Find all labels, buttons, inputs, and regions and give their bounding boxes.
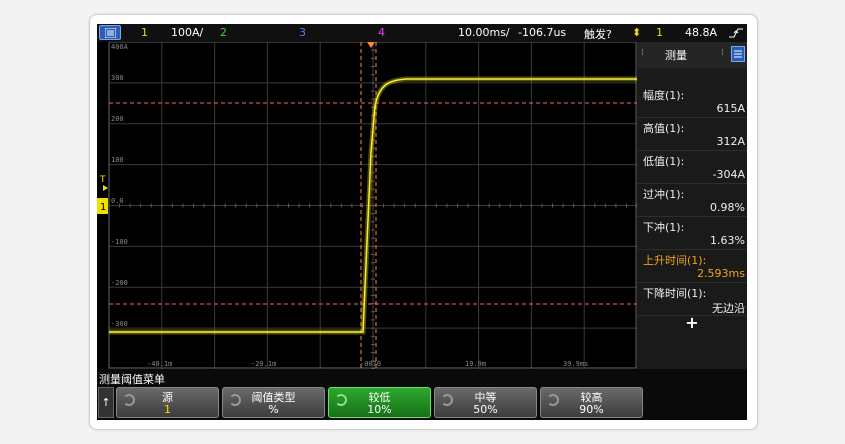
ground-marker-label: 1 (100, 202, 106, 213)
x-tick-label: -40.1m (147, 360, 172, 368)
measurement-top[interactable]: 高值(1): 312A (637, 118, 747, 151)
waveform-area[interactable]: 1 T 400A 300 200 100 0.0 -100 -200 -300 … (97, 41, 638, 373)
measurement-base[interactable]: 低值(1): -304A (637, 151, 747, 184)
softkey-threshold-type[interactable]: 阈值类型 % (222, 387, 325, 418)
trigger-status: 触发? (584, 28, 612, 41)
ch1-number[interactable]: 1 (141, 26, 148, 39)
y-tick-label: 200 (111, 115, 124, 123)
x-tick-label: 39.9ms (563, 360, 588, 368)
softkey-lower[interactable]: 较低 10% (328, 387, 431, 418)
measurement-value: 1.63% (710, 234, 745, 247)
waveform-graph[interactable]: 1 T 400A 300 200 100 0.0 -100 -200 -300 … (97, 41, 638, 370)
softkey-bar: 测量阈值菜单 ↑ 源 1 阈值类型 % 较低 10% 中等 50% 较高 90% (97, 369, 747, 420)
measurement-value: 615A (716, 102, 745, 115)
softkey-source[interactable]: 源 1 (116, 387, 219, 418)
softkey-middle[interactable]: 中等 50% (434, 387, 537, 418)
measurement-label: 高值(1): (643, 122, 685, 135)
y-tick-label: -200 (111, 279, 128, 287)
timebase[interactable]: 10.00ms/ (458, 26, 510, 39)
measurement-label: 下冲(1): (643, 221, 685, 234)
y-tick-label: 300 (111, 74, 124, 82)
measurement-rise-time[interactable]: 上升时间(1): 2.593ms (637, 250, 747, 283)
y-tick-label: -300 (111, 320, 128, 328)
ch3-number[interactable]: 3 (299, 26, 306, 39)
panel-menu-icon[interactable] (731, 46, 745, 62)
trigger-level-marker[interactable]: T (99, 175, 106, 185)
y-tick-label: 0.0 (111, 197, 124, 205)
x-tick-label: 19.9m (465, 360, 486, 368)
measurement-preshoot[interactable]: 下冲(1): 1.63% (637, 217, 747, 250)
drag-handle-icon[interactable]: ⁞ (641, 49, 644, 58)
add-measurement-button[interactable]: + (637, 309, 747, 337)
softkey-value: 90% (579, 403, 604, 416)
oscilloscope-screen: 1 100A/ 2 3 4 10.00ms/ -106.7us 触发? ⬍ 1 … (97, 24, 747, 420)
measurements-panel: ⁞ 测量 ⁞ 幅度(1): 615A 高值(1): 312A 低值(1): -3… (637, 42, 747, 369)
measurement-label: 幅度(1): (643, 89, 685, 102)
measurements-title: 测量 (665, 49, 687, 62)
measurement-label: 低值(1): (643, 155, 685, 168)
y-tick-label: -100 (111, 238, 128, 246)
x-tick-label: -20.1m (251, 360, 276, 368)
y-tick-label: 100 (111, 156, 124, 164)
softkey-value: % (268, 403, 279, 416)
measurement-value: 312A (716, 135, 745, 148)
ch1-scale[interactable]: 100A/ (171, 26, 203, 39)
softkey-upper[interactable]: 较高 90% (540, 387, 643, 418)
x-tick-label: -0070 (360, 360, 381, 368)
trigger-level-arrow (103, 185, 108, 191)
softkey-value: 10% (367, 403, 392, 416)
ch2-number[interactable]: 2 (220, 26, 227, 39)
menu-icon[interactable] (99, 25, 121, 40)
drag-handle-icon[interactable]: ⁞ (721, 49, 724, 58)
measurement-value: -304A (712, 168, 746, 181)
softkey-value: 1 (164, 403, 171, 416)
softkey-value: 50% (473, 403, 498, 416)
measurement-label: 过冲(1): (643, 188, 685, 201)
measurement-label: 下降时间(1): (643, 287, 707, 300)
trigger-source[interactable]: 1 (656, 26, 663, 39)
measurement-overshoot[interactable]: 过冲(1): 0.98% (637, 184, 747, 217)
back-button[interactable]: ↑ (98, 387, 114, 418)
measurement-amplitude[interactable]: 幅度(1): 615A (637, 85, 747, 118)
measurements-header: ⁞ 测量 ⁞ (637, 42, 747, 68)
delay[interactable]: -106.7us (518, 26, 566, 39)
measurement-label: 上升时间(1): (643, 254, 707, 267)
measurement-value: 2.593ms (697, 267, 745, 280)
trigger-level[interactable]: 48.8A (685, 26, 717, 39)
measurement-value: 0.98% (710, 201, 745, 214)
trigger-updown-icon: ⬍ (632, 26, 642, 39)
softkey-menu-title: 测量阈值菜单 (99, 373, 165, 386)
y-tick-label: 400A (111, 43, 129, 51)
status-bar: 1 100A/ 2 3 4 10.00ms/ -106.7us 触发? ⬍ 1 … (97, 24, 747, 42)
ch4-number[interactable]: 4 (378, 26, 385, 39)
